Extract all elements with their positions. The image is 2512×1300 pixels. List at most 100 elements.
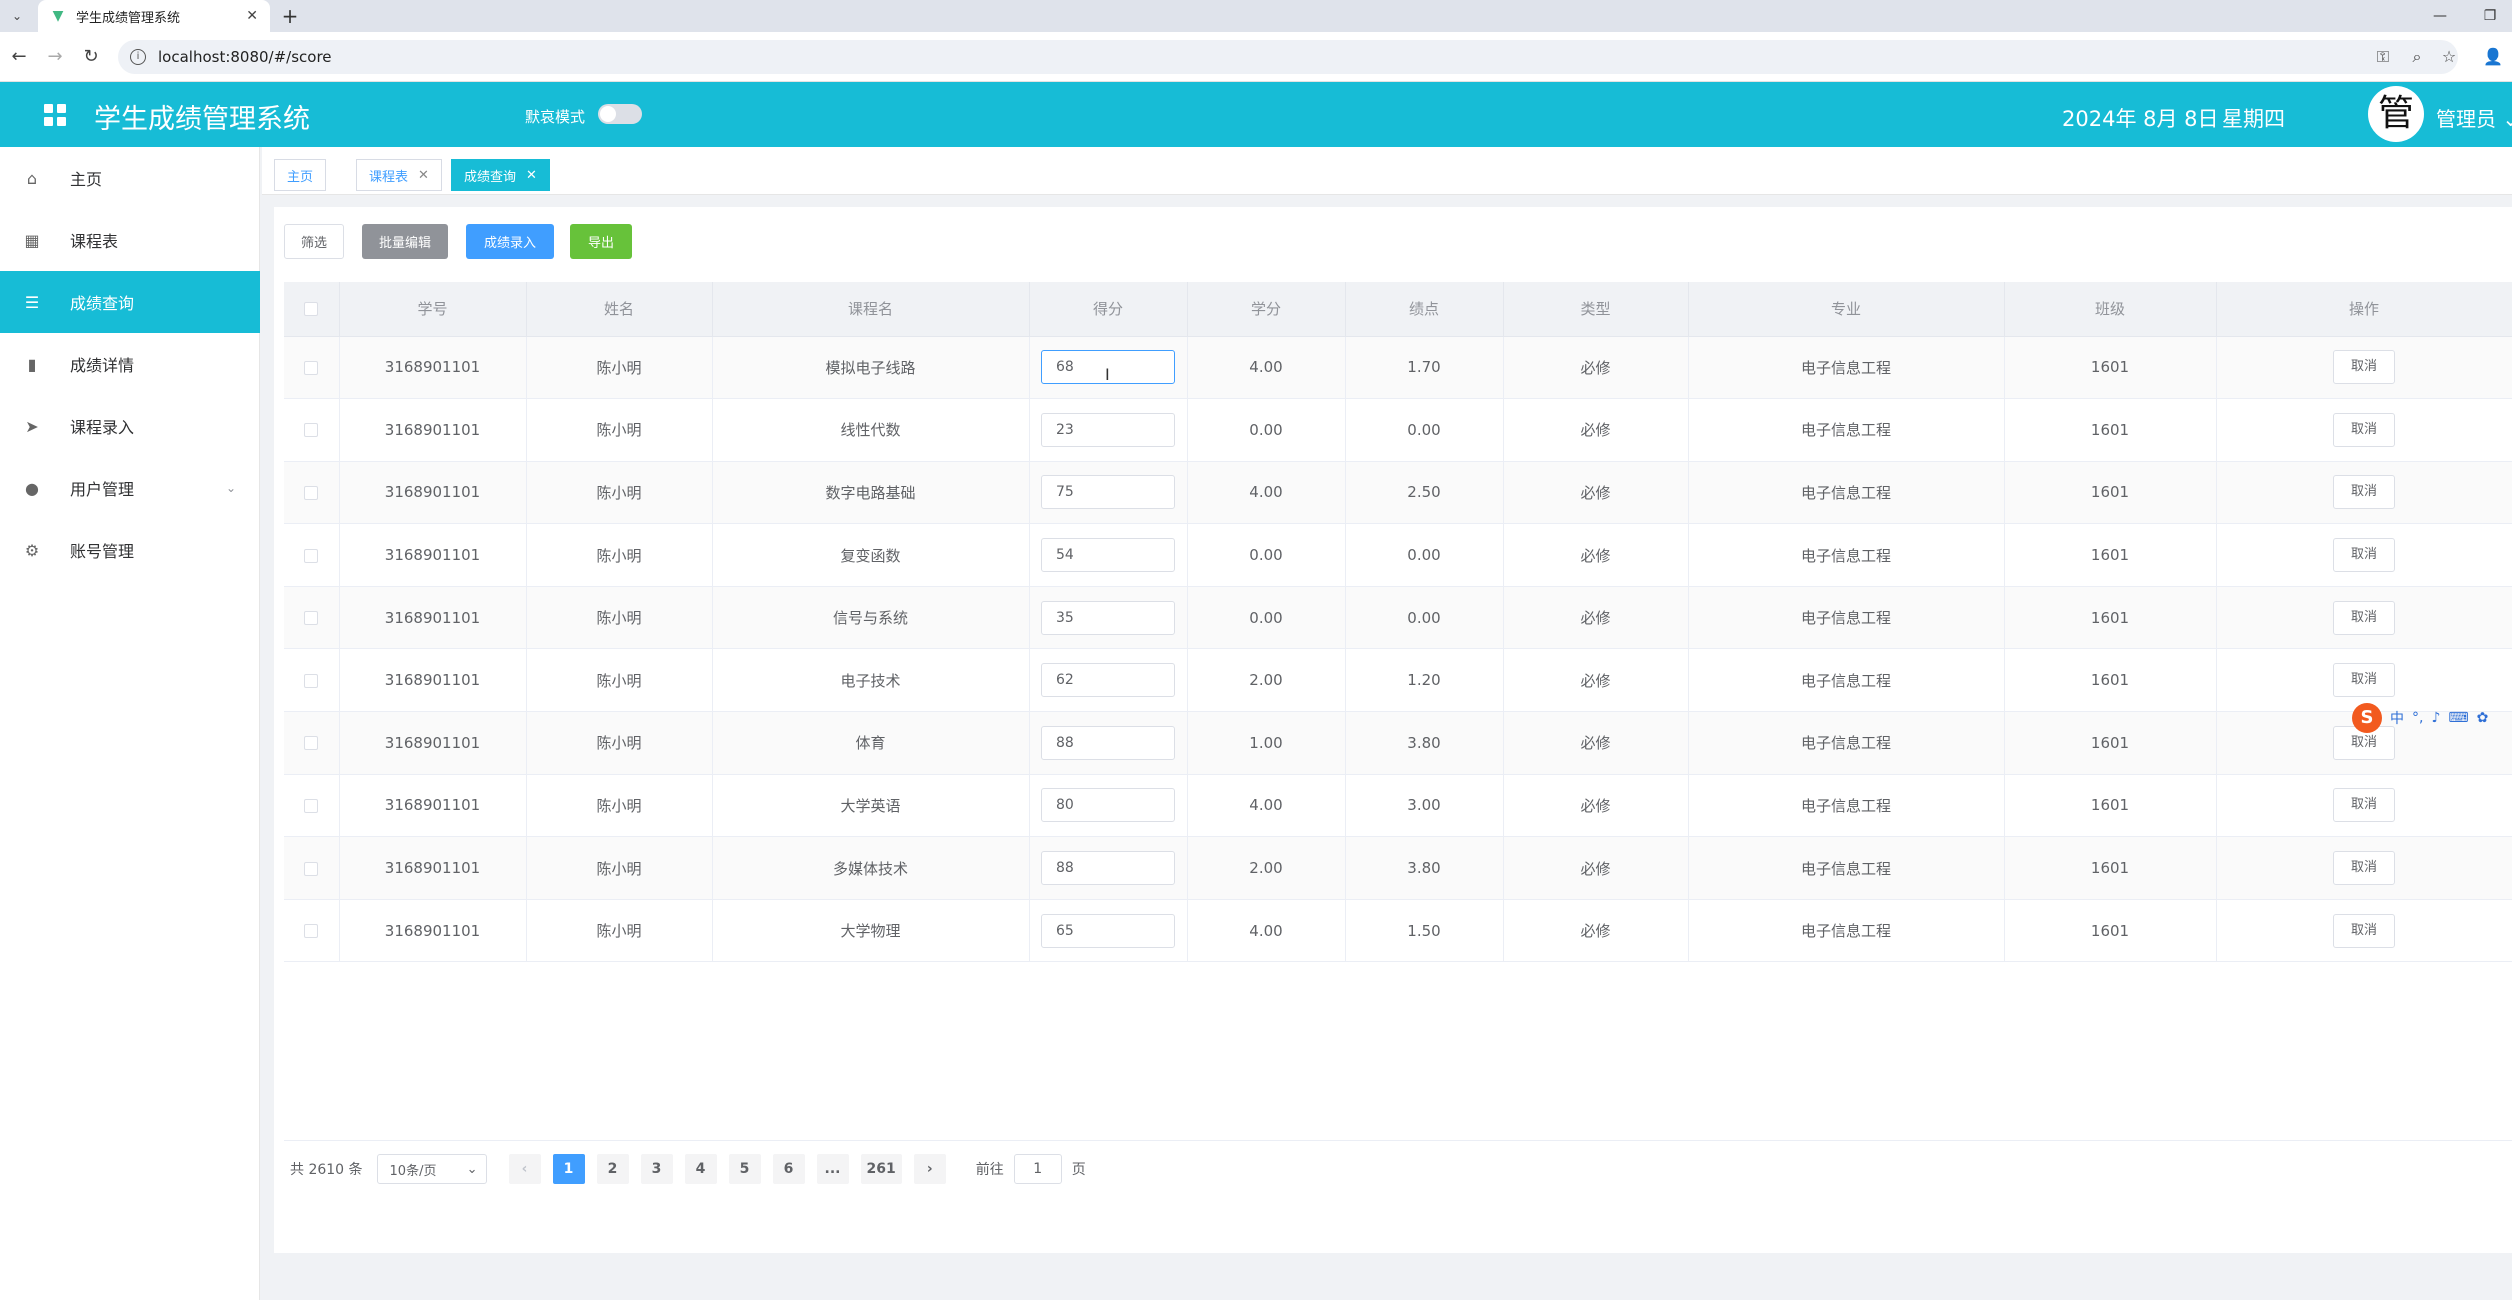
page-button[interactable]: 261 xyxy=(861,1154,902,1184)
select-all-checkbox[interactable] xyxy=(304,302,318,316)
credit-cell: 0.00 xyxy=(1187,586,1345,649)
page-size-select[interactable]: 10条/页 ⌄ xyxy=(377,1154,487,1184)
column-header[interactable]: 专业 xyxy=(1688,282,2004,336)
filter-button[interactable]: 筛选 xyxy=(284,224,344,259)
student-name-cell: 陈小明 xyxy=(526,712,712,775)
cancel-button[interactable]: 取消 xyxy=(2333,914,2395,948)
bookmark-star-icon[interactable]: ☆ xyxy=(2438,47,2460,66)
cancel-button[interactable]: 取消 xyxy=(2333,788,2395,822)
keyboard-icon[interactable]: ⌨ xyxy=(2448,710,2468,726)
page-button[interactable]: 3 xyxy=(641,1154,673,1184)
row-checkbox[interactable] xyxy=(304,361,318,375)
column-header[interactable]: 绩点 xyxy=(1345,282,1503,336)
skin-icon[interactable]: ✿ xyxy=(2477,710,2489,726)
row-checkbox[interactable] xyxy=(304,799,318,813)
page-button[interactable]: 5 xyxy=(729,1154,761,1184)
export-button[interactable]: 导出 xyxy=(570,224,632,259)
row-checkbox[interactable] xyxy=(304,736,318,750)
score-input[interactable]: 75 xyxy=(1041,475,1175,509)
sidebar-item-score-detail[interactable]: ▮ 成绩详情 xyxy=(0,333,260,395)
score-input[interactable]: 88 xyxy=(1041,726,1175,760)
close-tab-icon[interactable]: ✕ xyxy=(246,8,258,24)
sogou-logo-icon[interactable]: S xyxy=(2352,703,2382,733)
cancel-button[interactable]: 取消 xyxy=(2333,538,2395,572)
column-header: 操作 xyxy=(2216,282,2512,336)
cancel-button[interactable]: 取消 xyxy=(2333,350,2395,384)
minimize-icon[interactable]: — xyxy=(2420,0,2460,32)
tab-list-chevron-icon[interactable]: ⌄ xyxy=(6,6,28,26)
row-checkbox[interactable] xyxy=(304,862,318,876)
row-checkbox[interactable] xyxy=(304,611,318,625)
score-table: 学号 姓名 课程名 得分 学分 绩点 类型 专业 班级 操作 316890110… xyxy=(284,282,2512,962)
page-button[interactable]: 6 xyxy=(773,1154,805,1184)
page-ellipsis[interactable]: ... xyxy=(817,1154,849,1184)
new-tab-plus-icon[interactable]: + xyxy=(278,4,302,28)
course-name-cell: 数字电路基础 xyxy=(712,461,1029,524)
column-header[interactable]: 得分 xyxy=(1029,282,1187,336)
browser-tab[interactable]: ▼ 学生成绩管理系统 ✕ xyxy=(38,0,270,32)
reload-icon[interactable]: ↻ xyxy=(78,44,104,70)
ime-punct[interactable]: °, xyxy=(2412,710,2423,726)
cancel-button[interactable]: 取消 xyxy=(2333,413,2395,447)
sidebar-item-user-management[interactable]: ● 用户管理 ⌄ xyxy=(0,457,260,519)
ime-toolbar[interactable]: S 中 °, ♪ ⌨ ✿ xyxy=(2352,703,2488,733)
score-input[interactable]: 80 xyxy=(1041,788,1175,822)
sidebar-item-label: 用户管理 xyxy=(70,476,134,500)
action-cell: 取消 xyxy=(2216,586,2512,649)
cancel-button[interactable]: 取消 xyxy=(2333,663,2395,697)
page-button[interactable]: 2 xyxy=(597,1154,629,1184)
back-arrow-icon[interactable]: ← xyxy=(6,44,32,70)
row-checkbox[interactable] xyxy=(304,924,318,938)
row-checkbox[interactable] xyxy=(304,486,318,500)
forward-arrow-icon[interactable]: → xyxy=(42,44,68,70)
score-input[interactable]: 62 xyxy=(1041,663,1175,697)
score-input[interactable]: 23 xyxy=(1041,413,1175,447)
page-button[interactable]: 1 xyxy=(553,1154,585,1184)
cancel-button[interactable]: 取消 xyxy=(2333,601,2395,635)
mourning-mode-toggle[interactable] xyxy=(598,104,642,124)
score-input[interactable]: 54 xyxy=(1041,538,1175,572)
column-header[interactable]: 课程名 xyxy=(712,282,1029,336)
tag-timetable[interactable]: 课程表 ✕ xyxy=(356,159,442,191)
page-button[interactable]: 4 xyxy=(685,1154,717,1184)
url-field[interactable]: i localhost:8080/#/score xyxy=(118,40,2458,74)
score-input[interactable]: 35 xyxy=(1041,601,1175,635)
column-header[interactable]: 类型 xyxy=(1503,282,1688,336)
column-header[interactable]: 姓名 xyxy=(526,282,712,336)
microphone-icon[interactable]: ♪ xyxy=(2431,710,2440,726)
credit-cell: 0.00 xyxy=(1187,524,1345,587)
score-input[interactable]: 88 xyxy=(1041,851,1175,885)
site-info-icon[interactable]: i xyxy=(130,49,146,65)
user-menu[interactable]: 管理员 ⌄ xyxy=(2436,103,2512,132)
row-checkbox[interactable] xyxy=(304,549,318,563)
sidebar-item-course-entry[interactable]: ➤ 课程录入 xyxy=(0,395,260,457)
restore-icon[interactable]: ❐ xyxy=(2470,0,2510,32)
sidebar-item-home[interactable]: ⌂ 主页 xyxy=(0,147,260,209)
column-header[interactable]: 班级 xyxy=(2004,282,2216,336)
close-icon[interactable]: ✕ xyxy=(418,168,429,183)
score-entry-button[interactable]: 成绩录入 xyxy=(466,224,554,259)
menu-grid-icon[interactable] xyxy=(44,104,66,126)
cancel-button[interactable]: 取消 xyxy=(2333,851,2395,885)
next-page-button[interactable]: › xyxy=(914,1154,946,1184)
ime-lang[interactable]: 中 xyxy=(2390,708,2404,728)
close-icon[interactable]: ✕ xyxy=(526,168,537,183)
zoom-icon[interactable]: ⌕ xyxy=(2406,47,2428,67)
row-checkbox[interactable] xyxy=(304,674,318,688)
tag-home[interactable]: 主页 xyxy=(274,159,326,191)
cancel-button[interactable]: 取消 xyxy=(2333,475,2395,509)
score-input[interactable]: 65 xyxy=(1041,914,1175,948)
column-header[interactable]: 学号 xyxy=(339,282,526,336)
profile-icon[interactable]: 👤 xyxy=(2482,47,2504,66)
sidebar-item-account-management[interactable]: ⚙ 账号管理 xyxy=(0,519,260,581)
column-header[interactable]: 学分 xyxy=(1187,282,1345,336)
goto-page-input[interactable]: 1 xyxy=(1014,1154,1062,1184)
batch-edit-button[interactable]: 批量编辑 xyxy=(362,224,448,259)
row-checkbox[interactable] xyxy=(304,423,318,437)
tag-score-query[interactable]: 成绩查询 ✕ xyxy=(451,159,550,191)
sidebar-item-score-query[interactable]: ☰ 成绩查询 xyxy=(0,271,260,333)
prev-page-button[interactable]: ‹ xyxy=(509,1154,541,1184)
password-key-icon[interactable]: ⚿ xyxy=(2372,47,2394,67)
avatar[interactable]: 管 xyxy=(2368,86,2424,142)
sidebar-item-timetable[interactable]: ▦ 课程表 xyxy=(0,209,260,271)
